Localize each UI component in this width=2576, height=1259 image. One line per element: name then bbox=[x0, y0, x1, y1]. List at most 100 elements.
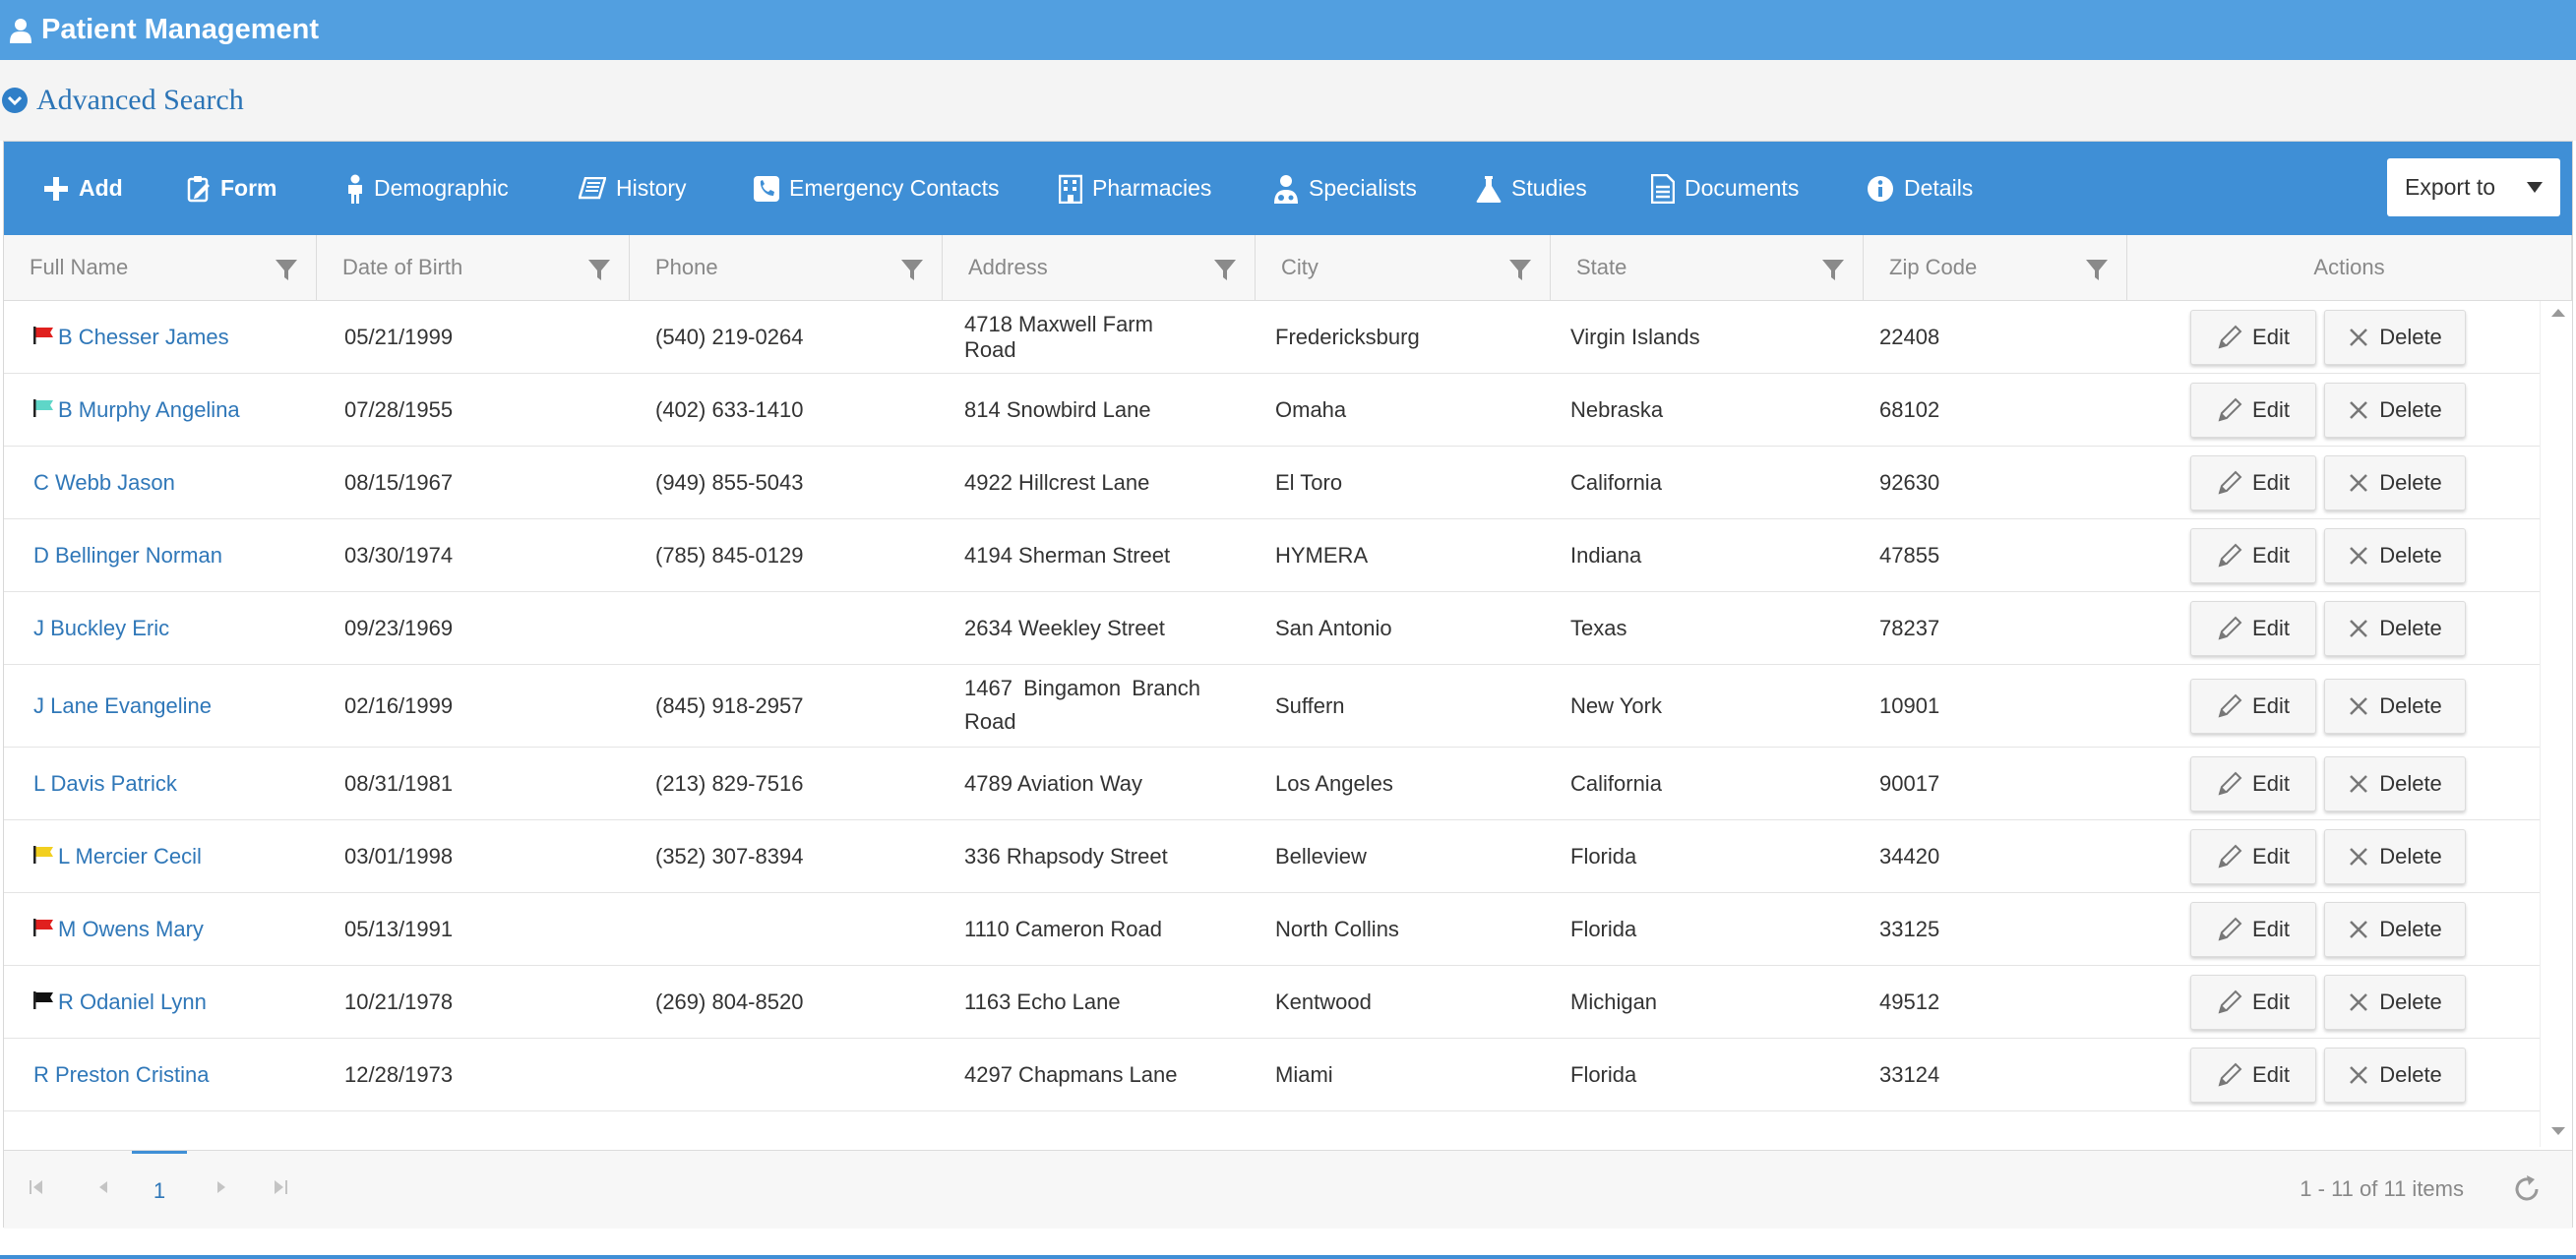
patient-name-link[interactable]: J Lane Evangeline bbox=[33, 665, 329, 747]
edit-button[interactable]: Edit bbox=[2190, 902, 2316, 957]
filter-icon[interactable] bbox=[275, 258, 298, 287]
column-header-full-name[interactable]: Full Name bbox=[4, 235, 317, 300]
patient-name[interactable]: L Mercier Cecil bbox=[58, 844, 202, 869]
edit-button[interactable]: Edit bbox=[2190, 310, 2316, 365]
filter-icon[interactable] bbox=[1508, 258, 1532, 287]
patient-name[interactable]: J Lane Evangeline bbox=[33, 693, 212, 719]
toolbar-details-button[interactable]: Details bbox=[1867, 142, 1973, 235]
delete-button[interactable]: Delete bbox=[2324, 1048, 2466, 1103]
refresh-icon[interactable] bbox=[2511, 1173, 2543, 1210]
chevron-down-circle-icon[interactable] bbox=[2, 88, 28, 113]
delete-button[interactable]: Delete bbox=[2324, 756, 2466, 811]
patient-name-link[interactable]: J Buckley Eric bbox=[33, 592, 329, 664]
current-page[interactable]: 1 bbox=[132, 1151, 187, 1229]
edit-button[interactable]: Edit bbox=[2190, 601, 2316, 656]
cell-address: 4718 Maxwell Farm Road bbox=[964, 311, 1153, 362]
patient-name[interactable]: B Chesser James bbox=[58, 325, 229, 350]
column-header-actions[interactable]: Actions bbox=[2127, 235, 2572, 300]
patient-name[interactable]: D Bellinger Norman bbox=[33, 543, 222, 569]
delete-button[interactable]: Delete bbox=[2324, 975, 2466, 1030]
patient-name[interactable]: M Owens Mary bbox=[58, 917, 204, 942]
table-row[interactable]: R Odaniel Lynn 10/21/1978 (269) 804-8520 11… bbox=[4, 966, 2541, 1039]
patient-name-link[interactable]: R Odaniel Lynn bbox=[33, 966, 329, 1038]
edit-button[interactable]: Edit bbox=[2190, 829, 2316, 884]
patient-name-link[interactable]: B Chesser James bbox=[33, 301, 329, 373]
delete-button[interactable]: Delete bbox=[2324, 528, 2466, 583]
patient-name[interactable]: R Preston Cristina bbox=[33, 1062, 210, 1088]
toolbar-studies-button[interactable]: Studies bbox=[1476, 142, 1587, 235]
filter-icon[interactable] bbox=[1213, 258, 1237, 287]
export-dropdown[interactable]: Export to bbox=[2387, 158, 2560, 216]
flag-icon bbox=[33, 989, 55, 1015]
filter-icon[interactable] bbox=[1821, 258, 1845, 287]
toolbar-form-button[interactable]: Form bbox=[187, 142, 277, 235]
last-page-icon[interactable] bbox=[274, 1178, 287, 1201]
column-header-address[interactable]: Address bbox=[943, 235, 1256, 300]
column-header-state[interactable]: State bbox=[1551, 235, 1864, 300]
toolbar-documents-button[interactable]: Documents bbox=[1651, 142, 1799, 235]
filter-icon[interactable] bbox=[587, 258, 611, 287]
patient-name-link[interactable]: D Bellinger Norman bbox=[33, 519, 329, 591]
edit-button[interactable]: Edit bbox=[2190, 383, 2316, 438]
patient-name-link[interactable]: L Davis Patrick bbox=[33, 748, 329, 819]
close-icon bbox=[2348, 846, 2379, 868]
edit-button[interactable]: Edit bbox=[2190, 1048, 2316, 1103]
table-row[interactable]: C Webb Jason 08/15/1967 (949) 855-5043 4922… bbox=[4, 447, 2541, 519]
delete-button[interactable]: Delete bbox=[2324, 383, 2466, 438]
delete-button[interactable]: Delete bbox=[2324, 601, 2466, 656]
filter-icon[interactable] bbox=[900, 258, 924, 287]
advanced-search-bar[interactable]: Advanced Search bbox=[0, 60, 2576, 141]
table-row[interactable]: L Davis Patrick 08/31/1981 (213) 829-7516 4… bbox=[4, 748, 2541, 820]
prev-page-icon[interactable] bbox=[96, 1178, 108, 1201]
patient-name-link[interactable]: M Owens Mary bbox=[33, 893, 329, 965]
cell-address: 1110 Cameron Road bbox=[964, 916, 1162, 941]
cell-state: Florida bbox=[1570, 1061, 1637, 1087]
toolbar-add-button[interactable]: Add bbox=[43, 142, 123, 235]
edit-button[interactable]: Edit bbox=[2190, 975, 2316, 1030]
column-header-phone[interactable]: Phone bbox=[630, 235, 943, 300]
toolbar-demographic-button[interactable]: Demographic bbox=[346, 142, 509, 235]
delete-button[interactable]: Delete bbox=[2324, 455, 2466, 510]
column-header-zip-code[interactable]: Zip Code bbox=[1864, 235, 2127, 300]
patient-name[interactable]: J Buckley Eric bbox=[33, 616, 169, 641]
scroll-up-icon[interactable] bbox=[2551, 309, 2565, 317]
toolbar-history-button[interactable]: History bbox=[579, 142, 687, 235]
patient-name-link[interactable]: B Murphy Angelina bbox=[33, 374, 329, 446]
patient-name-link[interactable]: C Webb Jason bbox=[33, 447, 329, 518]
patient-name[interactable]: R Odaniel Lynn bbox=[58, 989, 207, 1015]
edit-button[interactable]: Edit bbox=[2190, 455, 2316, 510]
patient-name-link[interactable]: R Preston Cristina bbox=[33, 1039, 329, 1110]
column-header-label: City bbox=[1281, 255, 1319, 279]
table-row[interactable]: B Murphy Angelina 07/28/1955 (402) 633-141… bbox=[4, 374, 2541, 447]
column-header-date-of-birth[interactable]: Date of Birth bbox=[317, 235, 630, 300]
table-row[interactable]: J Buckley Eric 09/23/1969 2634 Weekley Str… bbox=[4, 592, 2541, 665]
phone-icon bbox=[754, 175, 789, 202]
edit-button[interactable]: Edit bbox=[2190, 679, 2316, 734]
next-page-icon[interactable] bbox=[216, 1178, 228, 1201]
scroll-down-icon[interactable] bbox=[2551, 1127, 2565, 1135]
advanced-search-label[interactable]: Advanced Search bbox=[36, 84, 244, 117]
patient-name[interactable]: B Murphy Angelina bbox=[58, 397, 240, 423]
table-row[interactable]: L Mercier Cecil 03/01/1998 (352) 307-8394 3… bbox=[4, 820, 2541, 893]
edit-button[interactable]: Edit bbox=[2190, 528, 2316, 583]
column-header-city[interactable]: City bbox=[1256, 235, 1551, 300]
table-row[interactable]: J Lane Evangeline 02/16/1999 (845) 918-295… bbox=[4, 665, 2541, 748]
filter-icon[interactable] bbox=[2085, 258, 2109, 287]
vertical-scrollbar[interactable] bbox=[2540, 301, 2572, 1147]
delete-button[interactable]: Delete bbox=[2324, 679, 2466, 734]
toolbar-specialists-button[interactable]: Specialists bbox=[1273, 142, 1417, 235]
patient-name-link[interactable]: L Mercier Cecil bbox=[33, 820, 329, 892]
delete-button[interactable]: Delete bbox=[2324, 902, 2466, 957]
table-row[interactable]: D Bellinger Norman 03/30/1974 (785) 845-01… bbox=[4, 519, 2541, 592]
first-page-icon[interactable] bbox=[30, 1178, 43, 1201]
table-row[interactable]: M Owens Mary 05/13/1991 1110 Cameron Road N… bbox=[4, 893, 2541, 966]
delete-button[interactable]: Delete bbox=[2324, 829, 2466, 884]
toolbar-emergency-contacts-button[interactable]: Emergency Contacts bbox=[754, 142, 999, 235]
patient-name[interactable]: C Webb Jason bbox=[33, 470, 175, 496]
delete-button[interactable]: Delete bbox=[2324, 310, 2466, 365]
toolbar-pharmacies-button[interactable]: Pharmacies bbox=[1059, 142, 1211, 235]
table-row[interactable]: B Chesser James 05/21/1999 (540) 219-0264 4… bbox=[4, 301, 2541, 374]
table-row[interactable]: R Preston Cristina 12/28/1973 4297 Chapman… bbox=[4, 1039, 2541, 1111]
edit-button[interactable]: Edit bbox=[2190, 756, 2316, 811]
patient-name[interactable]: L Davis Patrick bbox=[33, 771, 177, 797]
